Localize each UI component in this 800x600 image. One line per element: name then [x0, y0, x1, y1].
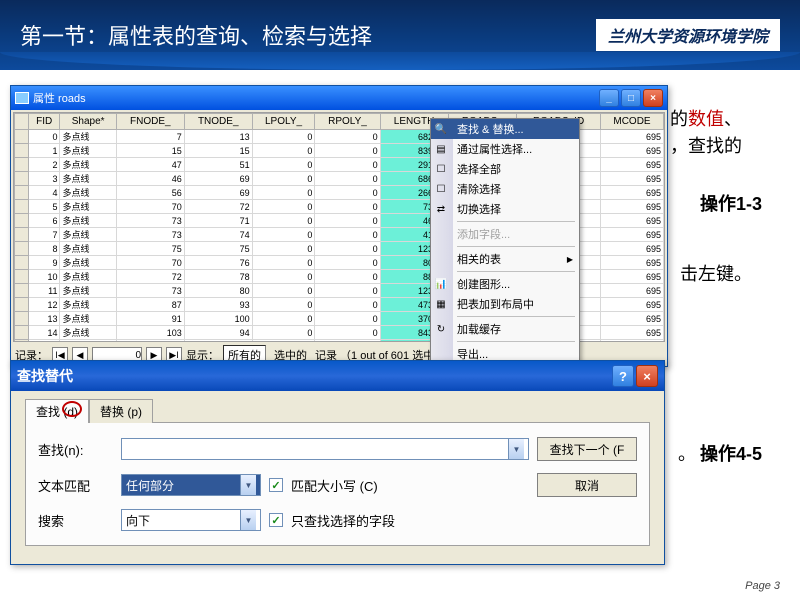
menu-item-icon: ⇄: [434, 202, 448, 216]
find-close-button[interactable]: ×: [636, 365, 658, 387]
side-text-4: 。: [678, 440, 696, 466]
match-case-checkbox[interactable]: ✓: [269, 478, 283, 492]
submenu-arrow-icon: ▶: [567, 255, 573, 264]
attr-titlebar[interactable]: 属性 roads _ □ ×: [11, 86, 667, 110]
context-menu-item[interactable]: ▦把表加到布局中: [431, 294, 579, 314]
menu-item-icon: ↻: [434, 322, 448, 336]
operation-1-3-label: 操作1-3: [700, 190, 762, 216]
slide-title: 第一节：属性表的查询、检索与选择: [20, 19, 372, 51]
menu-item-icon: ☐: [434, 182, 448, 196]
context-menu-item[interactable]: 🔍查找 & 替换...: [431, 119, 579, 139]
help-button[interactable]: ?: [612, 365, 634, 387]
context-menu-item[interactable]: ▤通过属性选择...: [431, 139, 579, 159]
dropdown-icon[interactable]: ▼: [508, 439, 524, 459]
context-menu-item[interactable]: ↻加载缓存: [431, 319, 579, 339]
find-replace-dialog: 查找替代 ? × 查找 (d) 替换 (p) 查找(n): ▼ 查找下一个 (F…: [10, 360, 665, 565]
column-header[interactable]: RPOLY_: [315, 114, 380, 130]
find-what-input[interactable]: ▼: [121, 438, 529, 460]
context-menu-item[interactable]: ⇄切换选择: [431, 199, 579, 219]
dropdown-icon[interactable]: ▼: [240, 510, 256, 530]
context-menu-item[interactable]: 添加字段...: [431, 224, 579, 244]
find-window-title: 查找替代: [17, 366, 73, 386]
column-header[interactable]: MCODE: [600, 114, 663, 130]
menu-item-icon: 🔍: [434, 122, 448, 136]
column-header[interactable]: Shape*: [60, 114, 116, 130]
maximize-button[interactable]: □: [621, 89, 641, 107]
side-text-3: 击左键。: [680, 260, 752, 286]
context-menu: 🔍查找 & 替换...▤通过属性选择...☐选择全部☐清除选择⇄切换选择添加字段…: [430, 118, 580, 390]
side-text-1: 的数值、: [670, 105, 742, 131]
search-dir-label: 搜索: [38, 511, 113, 530]
menu-item-icon: ▦: [434, 297, 448, 311]
selected-field-label: 只查找选择的字段: [291, 511, 395, 530]
cancel-button[interactable]: 取消: [537, 473, 637, 497]
text-match-label: 文本匹配: [38, 476, 113, 495]
text-match-select[interactable]: 任何部分▼: [121, 474, 261, 496]
context-menu-item[interactable]: ☐清除选择: [431, 179, 579, 199]
find-next-button[interactable]: 查找下一个 (F: [537, 437, 637, 461]
close-button[interactable]: ×: [643, 89, 663, 107]
attr-window-title: 属性 roads: [33, 90, 86, 106]
operation-4-5-label: 操作4-5: [700, 440, 762, 466]
minimize-button[interactable]: _: [599, 89, 619, 107]
institution-label: 兰州大学资源环境学院: [596, 19, 780, 51]
match-case-label: 匹配大小写 (C): [291, 476, 378, 495]
search-dir-select[interactable]: 向下▼: [121, 509, 261, 531]
side-text-2: ，查找的: [670, 132, 742, 158]
column-header[interactable]: FNODE_: [116, 114, 184, 130]
column-header[interactable]: LPOLY_: [252, 114, 315, 130]
page-number: Page 3: [745, 580, 780, 592]
find-what-label: 查找(n):: [38, 440, 113, 459]
column-header[interactable]: TNODE_: [184, 114, 252, 130]
find-titlebar[interactable]: 查找替代 ? ×: [11, 361, 664, 391]
context-menu-item[interactable]: ☐选择全部: [431, 159, 579, 179]
menu-item-icon: 📊: [434, 277, 448, 291]
tab-replace[interactable]: 替换 (p): [89, 399, 153, 423]
menu-item-icon: ▤: [434, 142, 448, 156]
red-circle-annotation: [62, 401, 82, 417]
selected-field-checkbox[interactable]: ✓: [269, 513, 283, 527]
context-menu-item[interactable]: 相关的表▶: [431, 249, 579, 269]
context-menu-item[interactable]: 📊创建图形...: [431, 274, 579, 294]
window-icon: [15, 92, 29, 104]
tab-find[interactable]: 查找 (d): [25, 399, 89, 423]
dropdown-icon[interactable]: ▼: [240, 475, 256, 495]
menu-item-icon: ☐: [434, 162, 448, 176]
column-header[interactable]: FID: [29, 114, 60, 130]
